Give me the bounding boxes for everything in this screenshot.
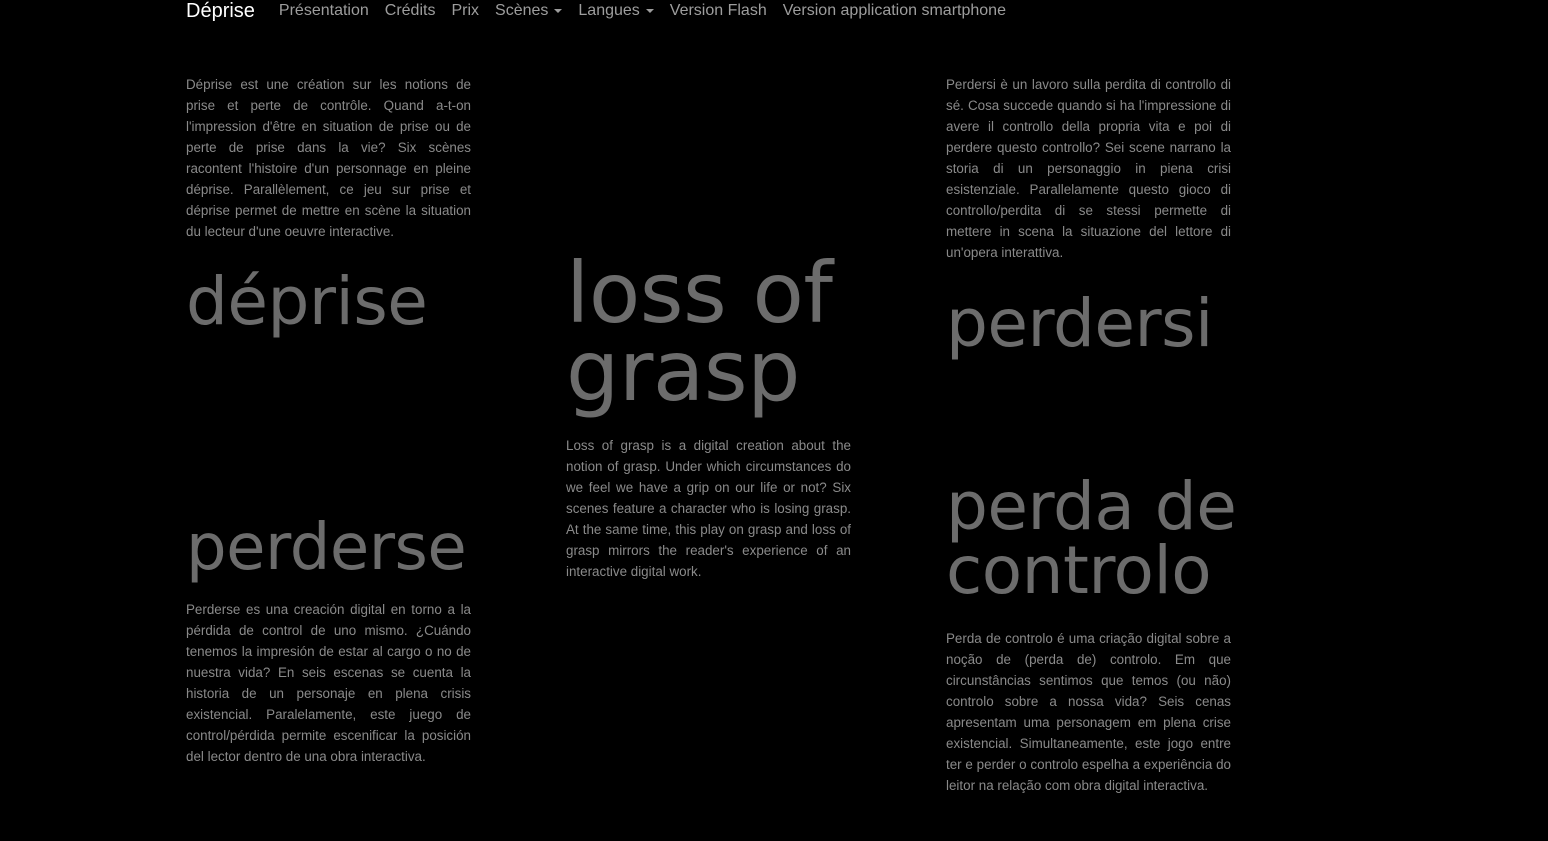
title-it[interactable]: perdersi [946,284,1213,364]
caret-down-icon [645,9,654,13]
title-en[interactable]: loss of grasp [566,251,833,413]
description-pt: Perda de controlo é uma criação digital … [946,631,1231,793]
nav-scenes-dropdown[interactable]: Scènes [495,2,563,20]
brand-link[interactable]: Déprise [186,1,255,21]
caret-down-icon [554,9,563,13]
title-fr[interactable]: déprise [186,262,428,342]
nav-langues-dropdown[interactable]: Langues [578,2,654,20]
page: Déprise Présentation Crédits Prix Scènes… [0,0,1548,841]
nav-langues-label: Langues [578,2,640,19]
description-fr: Déprise est une création sur les notions… [186,77,471,239]
nav-presentation[interactable]: Présentation [279,2,369,20]
title-en-line2: grasp [566,322,800,420]
description-it: Perdersi è un lavoro sulla perdita di co… [946,77,1231,260]
description-es: Perderse es una creación digital en torn… [186,602,471,764]
nav-version-flash[interactable]: Version Flash [670,2,767,20]
description-en: Loss of grasp is a digital creation abou… [566,438,851,579]
title-pt[interactable]: perda de controlo [946,474,1237,604]
nav-credits[interactable]: Crédits [385,2,436,20]
navbar: Déprise Présentation Crédits Prix Scènes… [186,0,1022,22]
nav-version-smartphone[interactable]: Version application smartphone [783,2,1006,20]
nav-prix[interactable]: Prix [451,2,479,20]
title-es[interactable]: perderse [186,508,467,588]
nav-scenes-label: Scènes [495,2,549,19]
title-pt-line2: controlo [946,532,1212,609]
